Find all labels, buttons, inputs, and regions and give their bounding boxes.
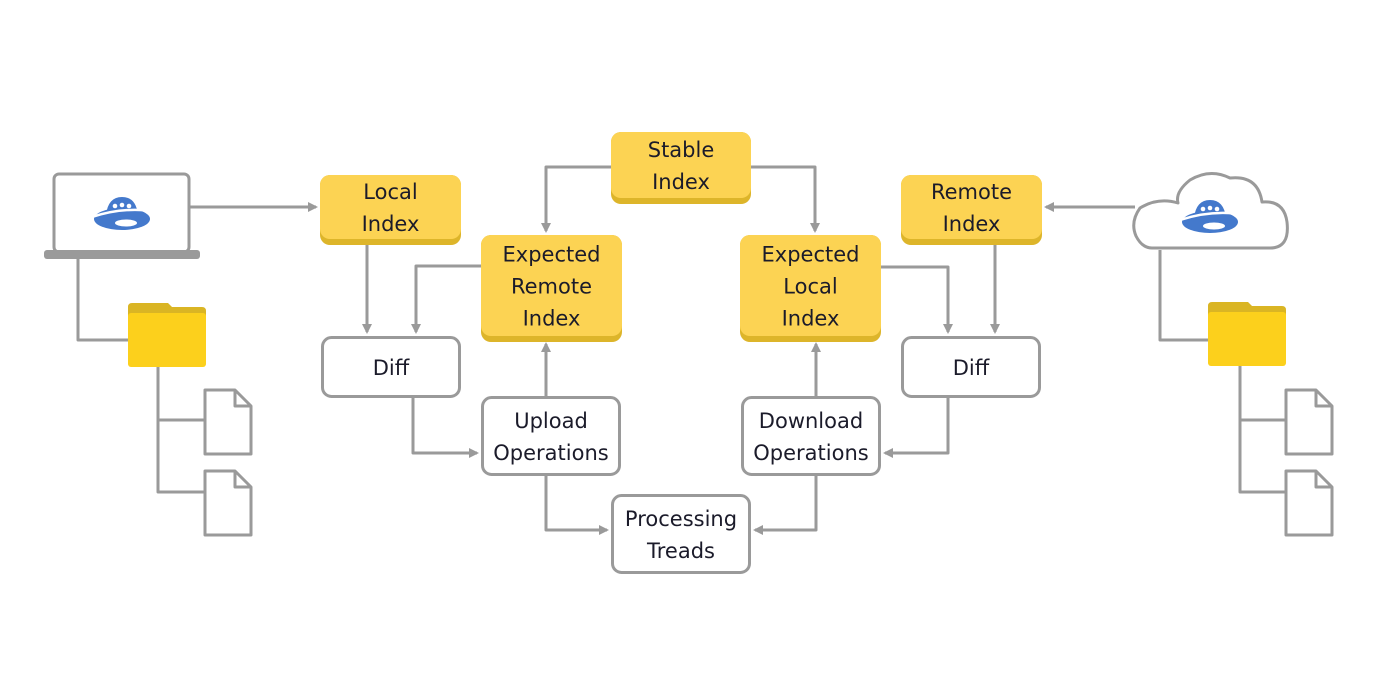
node-expected-remote-index: Expected Remote Index xyxy=(481,235,622,342)
laptop-icon xyxy=(44,172,200,259)
node-diff-right: Diff xyxy=(901,336,1041,398)
arrow-stable-to-expected-local xyxy=(751,165,820,233)
file-icon xyxy=(203,469,253,537)
file-icon xyxy=(1284,469,1334,537)
node-label: Stable xyxy=(648,138,715,162)
node-label: Index xyxy=(652,170,710,194)
node-label: Upload xyxy=(514,409,588,433)
node-label: Treads xyxy=(646,539,715,563)
node-label: Expected xyxy=(503,243,601,267)
sync-diagram: StableIndexLocalIndexRemoteIndexExpected… xyxy=(44,132,1334,574)
tree-line-remote xyxy=(1158,250,1286,494)
node-label: Local xyxy=(363,180,417,204)
node-processing-treads: Processing Treads xyxy=(611,494,751,574)
arrow-stable-to-expected-remote xyxy=(541,165,611,233)
arrow-expected-local-to-diff xyxy=(881,265,953,334)
node-label: Processing xyxy=(625,507,737,531)
file-icon xyxy=(203,388,253,456)
node-diff-left: Diff xyxy=(321,336,461,398)
node-stable-index: Stable Index xyxy=(611,132,751,204)
node-local-index: Local Index xyxy=(320,175,461,245)
cloud-icon xyxy=(1132,172,1289,250)
node-label: Expected xyxy=(762,243,860,267)
arrow-expected-remote-to-diff xyxy=(411,264,481,334)
node-remote-index: Remote Index xyxy=(901,175,1042,245)
node-label: Diff xyxy=(373,356,410,380)
node-label: Operations xyxy=(753,441,868,465)
node-label: Index xyxy=(782,307,840,331)
node-label: Index xyxy=(523,307,581,331)
folder-icon xyxy=(1208,302,1286,366)
node-label: Remote xyxy=(511,275,592,299)
arrow-diff-to-download xyxy=(883,398,950,458)
node-label: Operations xyxy=(493,441,608,465)
file-icon xyxy=(1284,388,1334,456)
arrow-download-to-processing xyxy=(753,476,818,535)
connectors xyxy=(76,165,1286,535)
folder-icon xyxy=(128,303,206,367)
node-label: Local xyxy=(783,275,837,299)
node-label: Download xyxy=(759,409,863,433)
node-expected-local-index: Expected Local Index xyxy=(740,235,881,342)
node-download-operations: Download Operations xyxy=(741,396,881,476)
tree-line-local xyxy=(76,258,205,494)
arrow-diff-to-upload xyxy=(411,398,479,458)
node-upload-operations: Upload Operations xyxy=(481,396,621,476)
node-label: Remote xyxy=(931,180,1012,204)
node-label: Index xyxy=(943,212,1001,236)
node-label: Diff xyxy=(953,356,990,380)
arrow-upload-to-processing xyxy=(544,476,609,535)
node-label: Index xyxy=(362,212,420,236)
